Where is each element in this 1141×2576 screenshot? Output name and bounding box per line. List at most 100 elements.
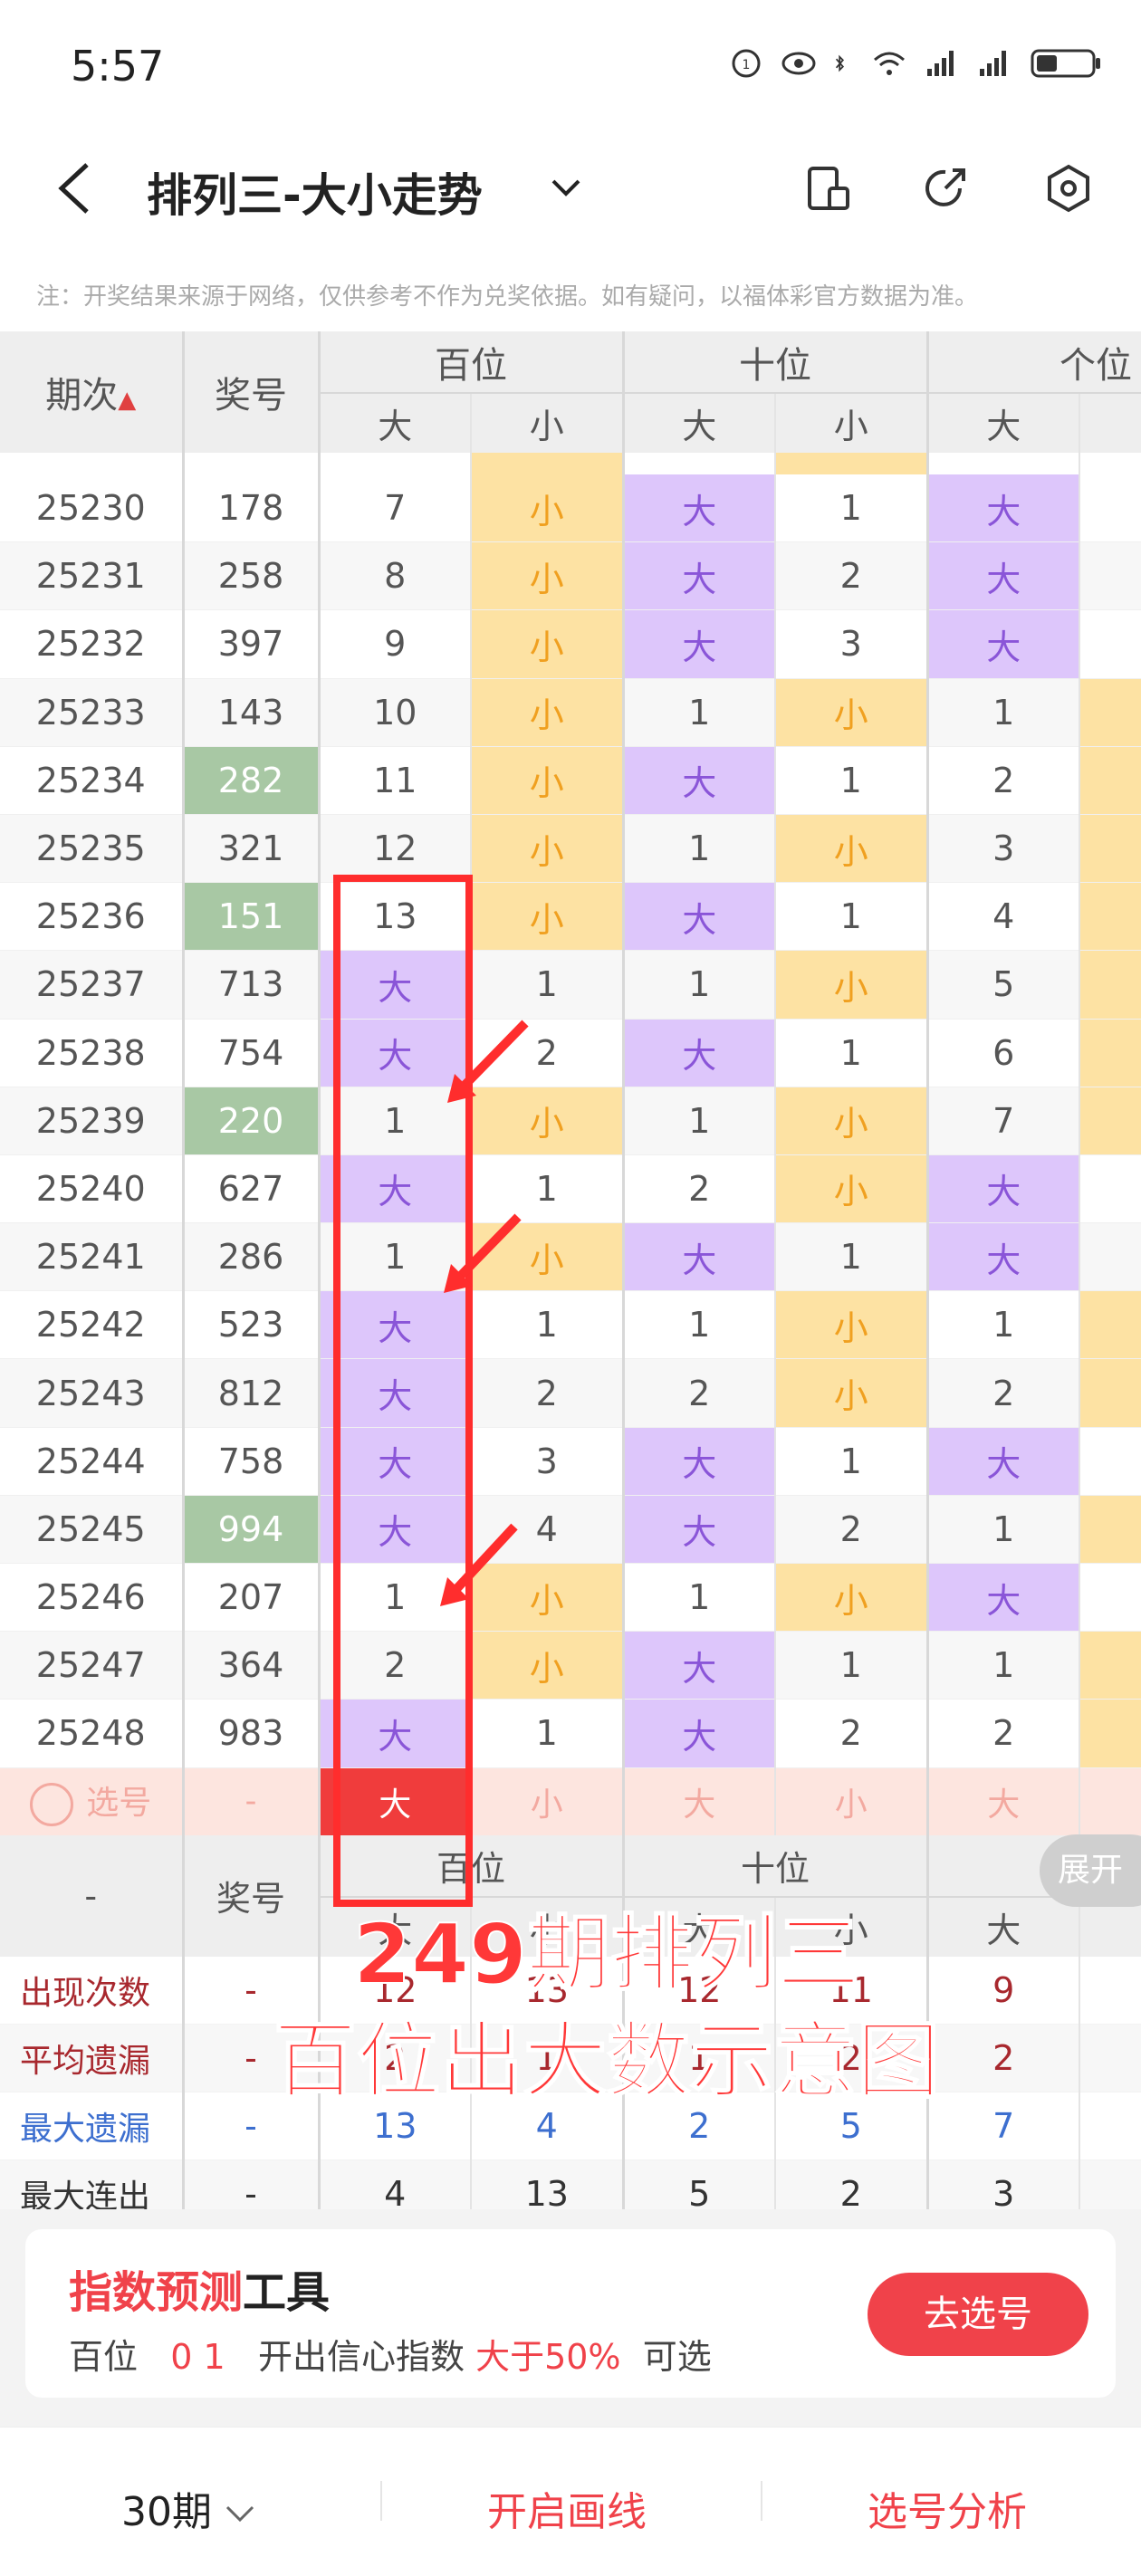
table-row: 25231 258 8 小大 2 大	[0, 541, 1141, 611]
issue-cell: 25248	[0, 1699, 183, 1768]
trend-cell: 小	[470, 474, 623, 543]
trend-cell: 大	[621, 1699, 775, 1768]
issue-cell: 25234	[0, 746, 183, 815]
trend-cell: 1	[621, 1563, 775, 1633]
trend-cell: 7	[317, 474, 471, 543]
trend-cell: 小	[774, 1087, 927, 1155]
select-row[interactable]: 选号 - 大 小 大 小 大	[0, 1767, 1141, 1835]
issue-header[interactable]: 期次▲	[0, 331, 183, 453]
trend-cell: 3	[470, 1427, 623, 1496]
trend-cell: 2	[925, 1358, 1079, 1428]
period-selector[interactable]: 30期	[121, 2479, 255, 2537]
issue-cell: 25242	[0, 1290, 183, 1360]
trend-cell: 1	[470, 1699, 623, 1768]
arrow-annotation-icon	[447, 1020, 529, 1103]
select-num: -	[181, 1767, 319, 1835]
number-cell: 286	[181, 1222, 319, 1292]
trend-cell: 小	[774, 950, 927, 1020]
trend-cell: 8	[317, 541, 471, 611]
analysis-button[interactable]: 选号分析	[868, 2479, 1027, 2537]
trend-cell: 小	[774, 1358, 927, 1428]
number-cell: 151	[181, 882, 319, 952]
sub-header: 小	[470, 393, 623, 453]
trend-cell: 3	[774, 609, 927, 679]
draw-lines-button[interactable]: 开启画线	[487, 2479, 647, 2537]
issue-cell: 25236	[0, 882, 183, 952]
device-icon[interactable]	[804, 163, 855, 214]
number-cell: 994	[181, 1495, 319, 1565]
table-row: 25248 983 大 1 大 2 2	[0, 1699, 1141, 1768]
radio-circle-icon[interactable]	[30, 1783, 74, 1827]
issue-cell: 25240	[0, 1154, 183, 1224]
annotation-line-2: 百位出大数示意图	[273, 2012, 941, 2111]
stats-label: 最大遗漏	[0, 2092, 183, 2160]
sub-header: 大	[621, 393, 775, 453]
trend-cell: 大	[621, 474, 775, 543]
trend-cell: 大	[621, 1495, 775, 1565]
trend-cell: 小	[774, 1563, 927, 1633]
number-cell: 220	[181, 1087, 319, 1155]
trend-cell: 2	[470, 1358, 623, 1428]
trend-cell: 2	[925, 746, 1079, 815]
signal-icon-2	[980, 51, 1006, 76]
number-cell: 143	[181, 678, 319, 747]
svg-text:1: 1	[743, 58, 751, 72]
number-cell: 207	[181, 1563, 319, 1633]
trend-cell: 大	[925, 1154, 1079, 1224]
trend-cell: 小	[470, 1631, 623, 1700]
table-row: 25233 143 10 小 1 小 1	[0, 678, 1141, 747]
trend-cell: 1	[621, 814, 775, 884]
number-cell: 983	[181, 1699, 319, 1768]
table-row: 25234 282 11 小大 1 2	[0, 746, 1141, 815]
table-row: 25239 220 1 小 1 小 7	[0, 1087, 1141, 1155]
footer-issue-header: -	[0, 1834, 183, 1957]
select-cell[interactable]: 大	[925, 1767, 1079, 1835]
table-row: 25241 286 1 小大 1 大	[0, 1222, 1141, 1292]
trend-cell: 4	[925, 882, 1079, 952]
status-time: 5:57	[71, 42, 165, 91]
trend-cell: 大	[621, 1222, 775, 1292]
table-row: 25232 397 9 小大 3 大	[0, 609, 1141, 679]
table-row: 25230 178 7 小大 1 大	[0, 474, 1141, 543]
select-cell[interactable]: 小	[774, 1767, 927, 1835]
trend-cell: 大	[925, 474, 1079, 543]
trend-cell: 6	[925, 1019, 1079, 1087]
chevron-down-icon[interactable]	[551, 177, 581, 199]
page-title[interactable]: 排列三-大小走势	[147, 159, 483, 225]
issue-cell: 25238	[0, 1019, 183, 1087]
trend-cell: 小	[470, 678, 623, 747]
trend-cell: 1	[774, 1222, 927, 1292]
number-cell: 754	[181, 1019, 319, 1087]
trend-cell: 1	[925, 1290, 1079, 1360]
trend-cell: 2	[621, 1358, 775, 1428]
trend-cell: 1	[621, 678, 775, 747]
trend-cell: 小	[470, 746, 623, 815]
trend-cell: 1	[621, 1087, 775, 1155]
trend-cell: 小	[470, 814, 623, 884]
issue-cell: 25233	[0, 678, 183, 747]
trend-cell: 小	[774, 678, 927, 747]
annotation-text: 249期排列三 百位出大数示意图	[199, 1901, 1014, 2115]
trend-cell: 5	[925, 950, 1079, 1020]
select-cell[interactable]: 大	[621, 1767, 775, 1835]
select-cell[interactable]: 小	[470, 1767, 623, 1835]
trend-cell: 7	[925, 1087, 1079, 1155]
annotation-line-1: 249期排列三	[352, 1905, 861, 2004]
trend-cell: 1	[774, 882, 927, 952]
hundreds-header: 百位	[317, 331, 623, 394]
go-select-button[interactable]: 去选号	[868, 2273, 1088, 2356]
expand-button[interactable]: 展开	[1040, 1834, 1141, 1907]
sub-header: 大	[925, 393, 1079, 453]
settings-hexagon-icon[interactable]	[1043, 163, 1094, 214]
trend-cell: 1	[621, 950, 775, 1020]
status-icons: 1	[728, 47, 1105, 80]
trend-cell: 小	[470, 882, 623, 952]
tool-card-title: 指数预测工具	[69, 2267, 331, 2318]
select-label[interactable]: 选号	[0, 1767, 183, 1835]
table-row: 25242 523 大 1 1 小 1	[0, 1290, 1141, 1360]
share-icon[interactable]	[920, 163, 971, 214]
back-arrow-icon[interactable]	[54, 161, 94, 215]
trend-cell: 大	[925, 541, 1079, 611]
table-row: 25247 364 2 小大 1 1	[0, 1631, 1141, 1700]
table-row: 25237 713 大 1 1 小 5	[0, 950, 1141, 1020]
